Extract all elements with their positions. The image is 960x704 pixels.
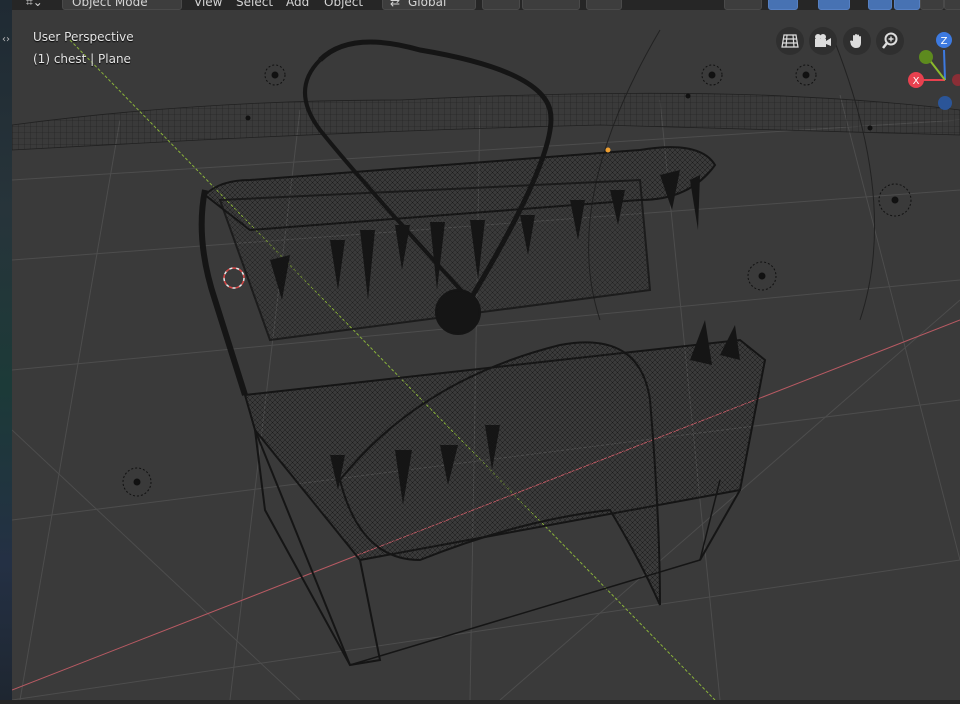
object-info: (1) chest | Plane xyxy=(33,52,131,66)
shading-solid-button[interactable] xyxy=(920,0,944,10)
pivot-dropdown[interactable] xyxy=(482,0,520,10)
overlay-toggle[interactable] xyxy=(818,0,850,10)
viewport-info: User Perspective (1) chest | Plane xyxy=(33,26,134,70)
gizmo-neg-z-icon xyxy=(938,96,952,110)
menu-add[interactable]: Add xyxy=(286,0,309,10)
status-bar xyxy=(0,700,960,704)
grid-icon[interactable] xyxy=(776,27,804,55)
shading-material-button[interactable] xyxy=(944,0,960,10)
3d-viewport[interactable]: X Z xyxy=(12,10,960,700)
origin-dot xyxy=(605,147,611,153)
3d-cursor xyxy=(223,267,245,289)
menu-select[interactable]: Select xyxy=(236,0,273,10)
svg-text:X: X xyxy=(913,76,920,87)
shading-wireframe-button[interactable] xyxy=(894,0,920,10)
region-toggle-icon[interactable]: ‹› xyxy=(2,34,10,45)
visibility-dropdown[interactable] xyxy=(724,0,762,10)
xray-toggle[interactable] xyxy=(868,0,892,10)
snap-toggle[interactable] xyxy=(522,0,580,10)
menu-object[interactable]: Object xyxy=(324,0,363,10)
proportional-edit-toggle[interactable] xyxy=(586,0,622,10)
gizmo-neg-x-icon xyxy=(952,74,960,86)
gizmo-toggle[interactable] xyxy=(768,0,798,10)
view-name: User Perspective xyxy=(33,30,134,44)
zoom-icon[interactable] xyxy=(876,27,904,55)
mode-label: Object Mode xyxy=(72,0,148,9)
terrain-wire xyxy=(12,92,960,151)
gizmo-y-icon xyxy=(919,50,933,64)
viewport-scene: X Z xyxy=(12,29,960,700)
hand-icon[interactable] xyxy=(843,27,871,55)
orientation-label: Global xyxy=(408,0,447,9)
editor-type-icon[interactable]: ⌗⌄ xyxy=(26,0,43,10)
svg-text:Z: Z xyxy=(941,36,948,47)
orientation-icon: ⇄ xyxy=(390,0,401,9)
menu-view[interactable]: View xyxy=(194,0,222,10)
navigation-gizmo: X Z xyxy=(908,32,960,110)
camera-icon[interactable] xyxy=(809,27,837,55)
viewport-header: ⌗⌄ Object Mode View Select Add Object ⇄ … xyxy=(12,0,960,10)
